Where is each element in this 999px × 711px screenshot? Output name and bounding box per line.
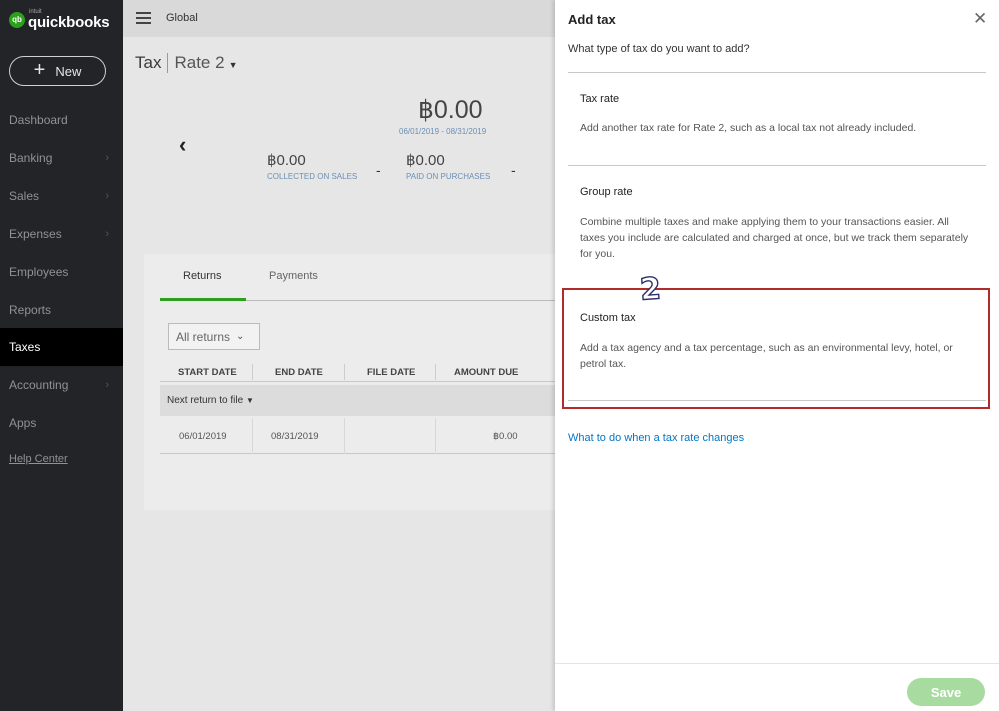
paid-dash: - <box>511 162 516 178</box>
column-divider <box>252 418 253 454</box>
returns-filter-dropdown[interactable]: All returns ⌄ <box>168 323 260 350</box>
sidebar-item-reports[interactable]: Reports <box>0 291 123 329</box>
sidebar-item-sales[interactable]: Sales › <box>0 177 123 215</box>
returns-card: Returns Payments All returns ⌄ START DAT… <box>144 254 564 510</box>
sidebar-item-label: Expenses <box>9 227 62 241</box>
quickbooks-logo[interactable]: qb intuit quickbooks <box>9 9 110 31</box>
sidebar-item-taxes[interactable]: Taxes <box>0 328 123 366</box>
help-center-link[interactable]: Help Center <box>9 453 68 465</box>
sidebar-item-label: Employees <box>9 265 69 279</box>
hamburger-menu-icon[interactable] <box>136 12 151 24</box>
sidebar-item-label: Banking <box>9 151 53 165</box>
tab-returns[interactable]: Returns <box>183 270 222 282</box>
chevron-right-icon: › <box>105 379 109 391</box>
column-divider <box>252 364 253 380</box>
tax-rate-change-help-link[interactable]: What to do when a tax rate changes <box>568 432 744 444</box>
sidebar-item-label: Sales <box>9 189 40 203</box>
caret-down-icon: ▼ <box>228 60 238 70</box>
sidebar-item-label: Accounting <box>9 378 69 392</box>
rate-selector-label: Rate 2 <box>174 53 225 72</box>
sidebar-item-banking[interactable]: Banking › <box>0 139 123 177</box>
sidebar-item-label: Reports <box>9 303 52 317</box>
add-tax-drawer: Add tax ✕ What type of tax do you want t… <box>555 0 999 711</box>
sidebar-item-label: Taxes <box>9 340 41 354</box>
paid-amount: ฿0.00 <box>406 152 445 169</box>
option-title: Group rate <box>580 186 633 198</box>
sidebar-item-label: Apps <box>9 416 37 430</box>
option-title: Tax rate <box>580 93 620 105</box>
sidebar-item-employees[interactable]: Employees <box>0 253 123 291</box>
main-content: Tax Rate 2 ▼ ‹ ฿0.00 06/01/2019 - 08/31/2… <box>123 37 564 711</box>
footer-divider <box>555 663 999 664</box>
option-description: Add another tax rate for Rate 2, such as… <box>580 122 917 134</box>
group-label: Next return to file ▼ <box>167 395 254 406</box>
tax-period: 06/01/2019 - 08/31/2019 <box>399 127 487 136</box>
sidebar-item-accounting[interactable]: Accounting › <box>0 366 123 404</box>
filter-label: All returns <box>176 329 231 344</box>
chevron-right-icon: › <box>105 152 109 164</box>
page-title-text: Tax <box>135 53 162 72</box>
start-date-cell: 06/01/2019 <box>179 431 227 442</box>
column-divider <box>435 418 436 454</box>
sidebar-item-expenses[interactable]: Expenses › <box>0 215 123 253</box>
sidebar-item-label: Dashboard <box>9 113 68 127</box>
divider <box>568 165 986 166</box>
drawer-title: Add tax <box>568 12 616 27</box>
collected-caption: COLLECTED ON SALES <box>267 172 358 181</box>
new-button-label: New <box>55 63 82 79</box>
column-divider <box>344 418 345 454</box>
column-header[interactable]: FILE DATE <box>367 367 415 378</box>
drawer-question: What type of tax do you want to add? <box>568 43 750 55</box>
divider <box>568 72 986 73</box>
chevron-down-icon: ⌄ <box>236 331 245 342</box>
column-header[interactable]: END DATE <box>275 367 323 378</box>
amount-due-cell: ฿0.00 <box>493 431 518 442</box>
title-divider <box>167 53 169 73</box>
company-name: Global <box>166 12 198 24</box>
paid-caption: PAID ON PURCHASES <box>406 172 491 181</box>
sidebar-item-apps[interactable]: Apps <box>0 404 123 442</box>
save-button[interactable]: Save <box>907 678 985 706</box>
sidebar: qb intuit quickbooks + New Dashboard Ban… <box>0 0 123 711</box>
table-row[interactable]: 06/01/2019 08/31/2019 ฿0.00 <box>160 418 564 454</box>
option-description: Combine multiple taxes and make applying… <box>580 216 969 260</box>
highlight-annotation-box <box>562 288 990 409</box>
collected-amount: ฿0.00 <box>267 152 306 169</box>
column-header[interactable]: AMOUNT DUE <box>454 367 518 378</box>
tax-total-amount: ฿0.00 <box>418 96 483 124</box>
next-return-group[interactable]: Next return to file ▼ <box>160 385 564 416</box>
column-divider <box>435 364 436 380</box>
close-icon[interactable]: ✕ <box>973 9 987 29</box>
chevron-right-icon: › <box>105 190 109 202</box>
logo-quickbooks-text: quickbooks <box>28 14 110 31</box>
end-date-cell: 08/31/2019 <box>271 431 319 442</box>
column-header[interactable]: START DATE <box>178 367 237 378</box>
plus-icon: + <box>33 59 46 81</box>
sidebar-item-dashboard[interactable]: Dashboard <box>0 101 123 139</box>
step-number-annotation: 2 <box>638 271 663 309</box>
tab-payments[interactable]: Payments <box>269 270 318 282</box>
chevron-right-icon: › <box>105 228 109 240</box>
collected-dash: - <box>376 162 381 178</box>
page-title: Tax Rate 2 ▼ <box>135 53 237 73</box>
rate-selector[interactable]: Rate 2 ▼ <box>174 53 237 73</box>
column-divider <box>344 364 345 380</box>
caret-down-icon: ▼ <box>245 396 254 405</box>
new-button[interactable]: + New <box>9 56 106 86</box>
table-header: START DATE END DATE FILE DATE AMOUNT DUE <box>160 362 564 382</box>
qb-logo-icon: qb <box>9 11 25 28</box>
previous-period-arrow-icon[interactable]: ‹ <box>179 132 186 158</box>
tab-active-indicator <box>160 298 246 301</box>
